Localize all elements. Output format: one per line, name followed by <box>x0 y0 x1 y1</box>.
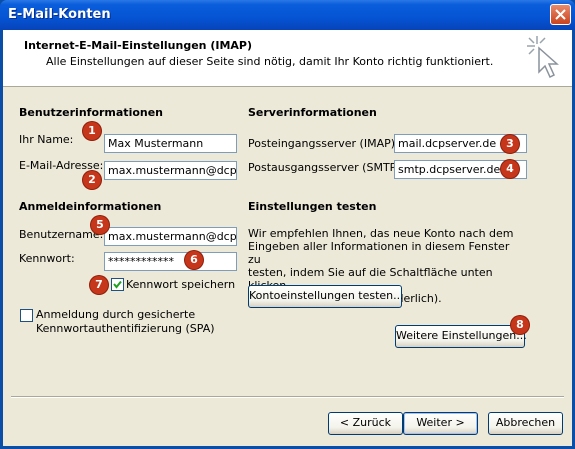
checkmark-icon <box>113 280 122 289</box>
username-label: Benutzername: <box>19 228 104 241</box>
callout-badge-2: 2 <box>83 171 101 189</box>
close-icon <box>555 9 566 20</box>
test-text-line: Wir empfehlen Ihnen, das neue Konto nach… <box>248 227 514 240</box>
page-title: Internet-E-Mail-Einstellungen (IMAP) <box>24 39 252 52</box>
page-subtitle: Alle Einstellungen auf dieser Seite sind… <box>46 55 494 68</box>
test-settings-heading: Einstellungen testen <box>248 200 377 213</box>
name-field[interactable]: Max Mustermann <box>104 134 237 153</box>
login-info-heading: Anmeldeinformationen <box>19 200 162 213</box>
dialog-body: Internet-E-Mail-Einstellungen (IMAP) All… <box>3 30 572 446</box>
username-field[interactable]: max.mustermann@dcp-server.de <box>104 227 237 246</box>
password-field[interactable]: ************ <box>104 252 237 271</box>
wizard-header: Internet-E-Mail-Einstellungen (IMAP) All… <box>3 30 572 87</box>
callout-badge-1: 1 <box>83 122 101 140</box>
remember-password-label[interactable]: Kennwort speichern <box>126 278 235 291</box>
test-account-settings-button[interactable]: Kontoeinstellungen testen... <box>248 285 404 308</box>
spa-label-line2[interactable]: Kennwortauthentifizierung (SPA) <box>36 322 215 335</box>
footer-separator <box>11 396 564 398</box>
incoming-server-label: Posteingangsserver (IMAP): <box>248 137 399 150</box>
next-button[interactable]: Weiter > <box>403 412 478 435</box>
window-title: E-Mail-Konten <box>8 7 111 22</box>
user-info-heading: Benutzerinformationen <box>19 106 164 119</box>
email-field[interactable]: max.mustermann@dcp-server.de <box>104 161 237 180</box>
title-bar[interactable]: E-Mail-Konten <box>0 0 575 30</box>
callout-badge-7: 7 <box>90 276 108 294</box>
email-accounts-window: E-Mail-Konten Internet-E-Mail-Einstellun… <box>0 0 575 449</box>
outgoing-server-label: Postausgangsserver (SMTP): <box>248 161 405 174</box>
callout-badge-5: 5 <box>91 216 109 234</box>
cursor-click-icon <box>527 36 559 79</box>
callout-badge-6: 6 <box>185 251 203 269</box>
test-text-line: Eingeben aller Informationen in diesem F… <box>248 240 510 266</box>
more-settings-button[interactable]: Weitere Einstellungen... <box>395 325 527 348</box>
close-button[interactable] <box>550 4 571 25</box>
spa-checkbox[interactable] <box>20 309 33 322</box>
callout-badge-3: 3 <box>501 135 519 153</box>
name-label: Ihr Name: <box>19 133 74 146</box>
server-info-heading: Serverinformationen <box>248 106 377 119</box>
back-button[interactable]: < Zurück <box>328 412 403 435</box>
remember-password-checkbox[interactable] <box>111 278 124 291</box>
spa-label-line1[interactable]: Anmeldung durch gesicherte <box>36 308 195 321</box>
cancel-button[interactable]: Abbrechen <box>488 412 563 435</box>
callout-badge-4: 4 <box>501 160 519 178</box>
password-label: Kennwort: <box>19 252 75 265</box>
callout-badge-8: 8 <box>511 316 529 334</box>
